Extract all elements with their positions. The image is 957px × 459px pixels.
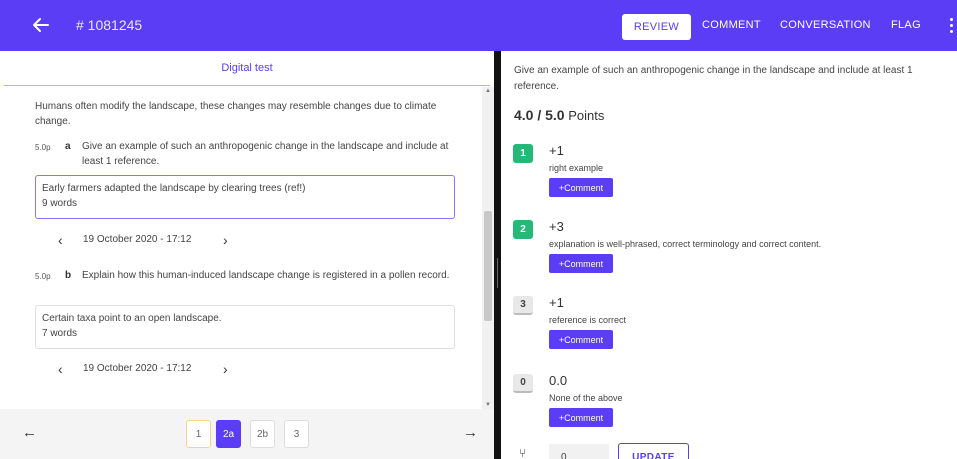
scroll-thumb[interactable] — [484, 211, 492, 321]
resize-handle[interactable] — [497, 258, 498, 288]
add-comment-button[interactable]: +Comment — [549, 408, 613, 427]
scroll-down-icon[interactable]: ▼ — [485, 402, 491, 408]
criterion-toggle[interactable]: 3 — [513, 296, 533, 315]
question-text: Give an example of such an anthropogenic… — [82, 141, 449, 167]
answer-date: 19 October 2020 - 17:12 — [83, 363, 192, 374]
answer-box-b[interactable]: Certain taxa point to an open landscape.… — [35, 305, 455, 349]
criterion-score: 0.0 — [549, 373, 568, 388]
chevron-left-icon[interactable]: ‹ — [58, 361, 63, 377]
criterion-description: right example — [549, 163, 604, 173]
add-comment-button[interactable]: +Comment — [549, 178, 613, 197]
previous-arrow-icon[interactable]: ← — [22, 424, 37, 441]
question-pager: ← 1 2a 2b 3 → — [0, 409, 494, 459]
ticket-id: # 1081245 — [76, 17, 143, 33]
question-points: 5.0p — [35, 143, 51, 152]
score-adjust-input[interactable]: 0 — [549, 444, 609, 459]
tab-comment[interactable]: COMMENT — [702, 19, 761, 31]
merge-icon: ⑂ — [519, 446, 527, 459]
question-letter: b — [65, 270, 72, 281]
back-arrow-icon[interactable] — [30, 14, 52, 36]
more-menu-icon[interactable] — [950, 18, 954, 34]
criterion-toggle[interactable]: 2 — [513, 220, 533, 239]
page-button-2b[interactable]: 2b — [250, 420, 275, 448]
criterion-score: +3 — [549, 219, 564, 234]
review-question: Give an example of such an anthropogenic… — [514, 65, 913, 92]
question-b: 5.0p b Explain how this human-induced la… — [35, 268, 455, 300]
answer-history-a: ‹ 19 October 2020 - 17:12 › — [58, 232, 258, 248]
chevron-right-icon[interactable]: › — [223, 232, 228, 248]
tab-conversation[interactable]: CONVERSATION — [780, 19, 871, 31]
score-value: 4.0 / 5.0 — [514, 107, 565, 123]
criterion-score: +1 — [549, 143, 564, 158]
test-header: Digital test — [4, 51, 490, 86]
score-unit: Points — [568, 108, 605, 123]
chevron-left-icon[interactable]: ‹ — [58, 232, 63, 248]
scrollbar[interactable]: ▲ ▼ — [482, 87, 494, 409]
total-score: 4.0 / 5.0 Points — [514, 107, 604, 123]
answer-text: Early farmers adapted the landscape by c… — [42, 183, 306, 194]
question-a: 5.0p a Give an example of such an anthro… — [35, 139, 455, 171]
scroll-up-icon[interactable]: ▲ — [485, 88, 491, 94]
answer-box-a[interactable]: Early farmers adapted the landscape by c… — [35, 175, 455, 219]
test-pane: Digital test Humans often modify the lan… — [0, 51, 494, 459]
add-comment-button[interactable]: +Comment — [549, 254, 613, 273]
criterion-toggle[interactable]: 0 — [513, 374, 533, 393]
pane-divider[interactable] — [494, 51, 501, 459]
criterion-description: reference is correct — [549, 315, 627, 325]
answer-date: 19 October 2020 - 17:12 — [83, 234, 192, 245]
top-bar: # 1081245 REVIEW COMMENT CONVERSATION FL… — [0, 0, 957, 51]
answer-history-b: ‹ 19 October 2020 - 17:12 › — [58, 361, 258, 377]
criterion-1: 1 +1 right example +Comment — [513, 143, 943, 199]
criterion-2: 2 +3 explanation is well-phrased, correc… — [513, 219, 943, 275]
question-points: 5.0p — [35, 272, 51, 281]
criterion-3: 3 +1 reference is correct +Comment — [513, 295, 943, 351]
question-letter: a — [65, 141, 71, 152]
word-count: 9 words — [42, 198, 78, 209]
update-button[interactable]: UPDATE — [618, 443, 689, 459]
criterion-toggle[interactable]: 1 — [513, 144, 533, 163]
tab-review[interactable]: REVIEW — [622, 14, 691, 40]
answer-text: Certain taxa point to an open landscape. — [42, 313, 222, 324]
criterion-description: explanation is well-phrased, correct ter… — [549, 239, 822, 249]
criterion-description: None of the above — [549, 393, 623, 403]
page-button-3[interactable]: 3 — [284, 420, 309, 448]
add-comment-button[interactable]: +Comment — [549, 330, 613, 349]
criterion-none: 0 0.0 None of the above +Comment — [513, 373, 943, 429]
question-text: Explain how this human-induced landscape… — [82, 270, 450, 281]
test-title: Digital test — [221, 62, 273, 74]
criterion-score: +1 — [549, 295, 564, 310]
question-intro: Humans often modify the landscape, these… — [35, 101, 437, 127]
page-button-1[interactable]: 1 — [186, 420, 211, 448]
page-button-2a[interactable]: 2a — [216, 420, 241, 448]
tab-flag[interactable]: FLAG — [891, 19, 921, 31]
word-count: 7 words — [42, 328, 78, 339]
chevron-right-icon[interactable]: › — [223, 361, 228, 377]
question-content: Humans often modify the landscape, these… — [0, 87, 482, 409]
next-arrow-icon[interactable]: → — [463, 424, 478, 441]
review-pane: Give an example of such an anthropogenic… — [501, 51, 957, 459]
